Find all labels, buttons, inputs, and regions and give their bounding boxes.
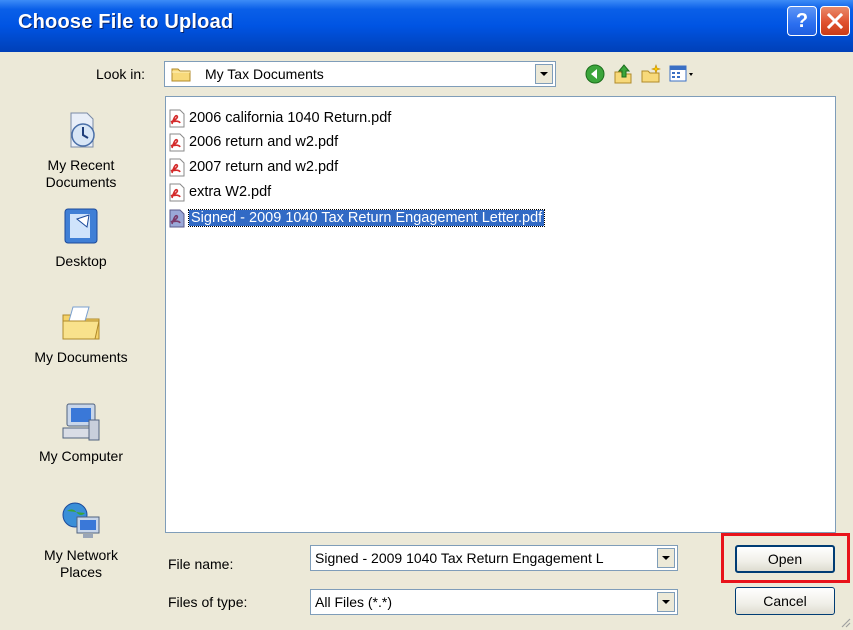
network-places-icon [62,502,100,538]
file-upload-dialog: Choose File to Upload ? Look in: My Tax … [0,0,853,630]
cancel-button[interactable]: Cancel [735,587,835,615]
new-folder-icon[interactable] [640,63,662,85]
up-folder-icon[interactable] [612,63,634,85]
file-item-selected[interactable]: Signed - 2009 1040 Tax Return Engagement… [168,207,546,229]
file-item[interactable]: 2006 california 1040 Return.pdf [168,107,391,129]
views-menu-icon[interactable] [668,63,698,85]
look-in-value: My Tax Documents [205,66,324,82]
file-type-value: All Files (*.*) [315,594,393,610]
file-item[interactable]: extra W2.pdf [168,181,271,203]
place-my-computer[interactable]: My Computer [6,400,156,465]
close-icon [826,12,844,30]
chevron-down-icon[interactable] [657,548,675,568]
my-documents-icon [62,306,100,340]
look-in-dropdown[interactable]: My Tax Documents [164,61,556,87]
file-type-dropdown[interactable]: All Files (*.*) [310,589,678,615]
desktop-icon [64,208,98,244]
place-my-recent-documents[interactable]: My Recent Documents [6,109,156,191]
pdf-file-icon [169,209,185,227]
places-bar: My Recent Documents Desktop My Documents [0,95,160,605]
place-my-network-places[interactable]: My Network Places [6,499,156,581]
pdf-file-icon [169,183,185,201]
chevron-down-icon[interactable] [535,64,553,84]
file-type-label: Files of type: [168,594,248,610]
file-name: 2006 california 1040 Return.pdf [189,110,392,126]
file-name: Signed - 2009 1040 Tax Return Engagement… [187,209,546,227]
folder-icon [171,68,191,82]
place-label: My Recent Documents [45,157,117,190]
place-my-documents[interactable]: My Documents [6,301,156,366]
close-button[interactable] [820,6,850,36]
back-icon[interactable] [584,63,606,85]
pdf-file-icon [169,158,185,176]
file-name-value: Signed - 2009 1040 Tax Return Engagement… [315,550,604,566]
pdf-file-icon [169,133,185,151]
file-item[interactable]: 2006 return and w2.pdf [168,131,338,153]
resize-grip-icon[interactable] [839,616,851,628]
my-computer-icon [62,403,100,441]
window-title: Choose File to Upload [18,11,234,33]
chevron-down-icon[interactable] [657,592,675,612]
place-label: My Documents [34,349,128,365]
file-name: 2007 return and w2.pdf [189,159,339,175]
open-button-highlight [721,533,850,583]
place-desktop[interactable]: Desktop [6,205,156,270]
file-name-label: File name: [168,556,234,572]
pdf-file-icon [169,109,185,127]
file-name-field[interactable]: Signed - 2009 1040 Tax Return Engagement… [310,545,678,571]
title-bar[interactable]: Choose File to Upload ? [0,0,853,52]
recent-documents-icon [70,112,95,148]
place-label: My Network Places [44,547,118,580]
look-in-label: Look in: [96,66,146,82]
file-item[interactable]: 2007 return and w2.pdf [168,156,338,178]
file-name: extra W2.pdf [189,184,272,200]
file-list[interactable]: 2006 california 1040 Return.pdf 2006 ret… [165,96,836,533]
help-button[interactable]: ? [787,6,817,36]
place-label: My Computer [38,448,124,464]
file-name: 2006 return and w2.pdf [189,134,339,150]
place-label: Desktop [55,253,107,269]
